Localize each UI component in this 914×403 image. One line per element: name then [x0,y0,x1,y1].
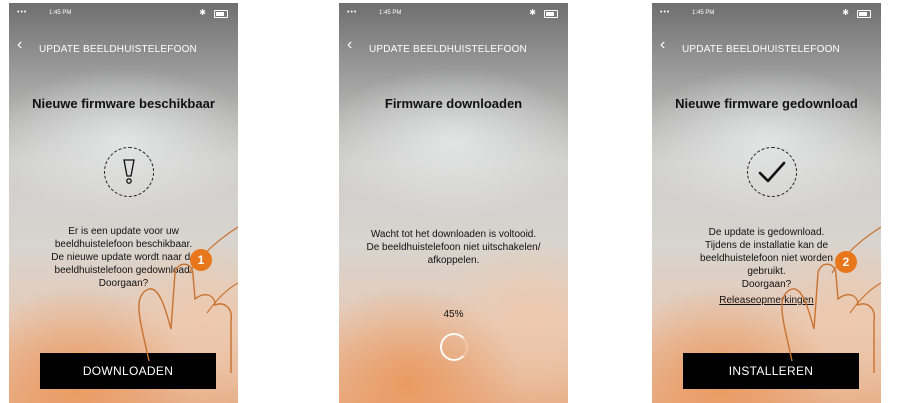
status-bar: ••• 1:45 PM ✱ [652,3,881,25]
nav-bar: ‹ UPDATE BEELDHUISTELEFOON [9,25,238,65]
nav-title: UPDATE BEELDHUISTELEFOON [369,44,527,55]
install-button[interactable]: INSTALLEREN [683,353,859,389]
loading-spinner-icon [440,333,468,361]
message-line: De beeldhuistelefoon niet uitschakelen/ [366,242,541,253]
message-line: De update is gedownload. [708,227,825,238]
back-arrow-icon[interactable]: ‹ [660,37,665,53]
phone-screen-firmware-available: ••• 1:45 PM ✱ ‹ UPDATE BEELDHUISTELEFOON… [9,3,238,403]
message-line: Wacht tot het downloaden is voltooid. [370,229,537,240]
back-arrow-icon[interactable]: ‹ [347,37,352,53]
checkmark-icon [747,147,797,197]
nav-title: UPDATE BEELDHUISTELEFOON [39,44,197,55]
nav-bar: ‹ UPDATE BEELDHUISTELEFOON [652,25,881,65]
step-badge: 2 [835,251,857,273]
message-line: Tijdens de installatie kan de [704,240,829,251]
nav-title: UPDATE BEELDHUISTELEFOON [682,44,840,55]
bluetooth-icon: ✱ [842,8,849,17]
phone-screen-firmware-downloaded: ••• 1:45 PM ✱ ‹ UPDATE BEELDHUISTELEFOON… [652,3,881,403]
exclamation-icon [104,147,154,197]
step-badge: 1 [190,249,212,271]
page-title: Firmware downloaden [384,96,523,111]
bluetooth-icon: ✱ [529,8,536,17]
phone-screen-downloading: ••• 1:45 PM ✱ ‹ UPDATE BEELDHUISTELEFOON… [339,3,568,403]
nav-bar: ‹ UPDATE BEELDHUISTELEFOON [339,25,568,65]
signal-icon: ••• [347,9,358,16]
battery-icon [544,10,558,18]
battery-icon [857,10,871,18]
status-time: 1:45 PM [49,10,72,16]
message-line: beeldhuistelefoon beschikbaar. [54,239,193,250]
signal-icon: ••• [660,9,671,16]
message-line: Er is een update voor uw [68,226,179,237]
message-line: Doorgaan? [741,279,792,290]
status-bar: ••• 1:45 PM ✱ [339,3,568,25]
signal-icon: ••• [17,9,28,16]
battery-icon [214,10,228,18]
page-title: Nieuwe firmware gedownload [675,96,858,111]
message-line: Doorgaan? [98,278,149,289]
bluetooth-icon: ✱ [199,8,206,17]
release-notes-link[interactable]: Releaseopmerkingen [664,294,869,307]
progress-percentage: 45% [443,309,464,320]
message-line: afkoppelen. [427,255,480,266]
status-bar: ••• 1:45 PM ✱ [9,3,238,25]
status-time: 1:45 PM [692,10,715,16]
download-button[interactable]: DOWNLOADEN [40,353,216,389]
message: Wacht tot het downloaden is voltooid. De… [351,228,556,267]
status-time: 1:45 PM [379,10,402,16]
page-title: Nieuwe firmware beschikbaar [32,96,215,111]
back-arrow-icon[interactable]: ‹ [17,37,22,53]
